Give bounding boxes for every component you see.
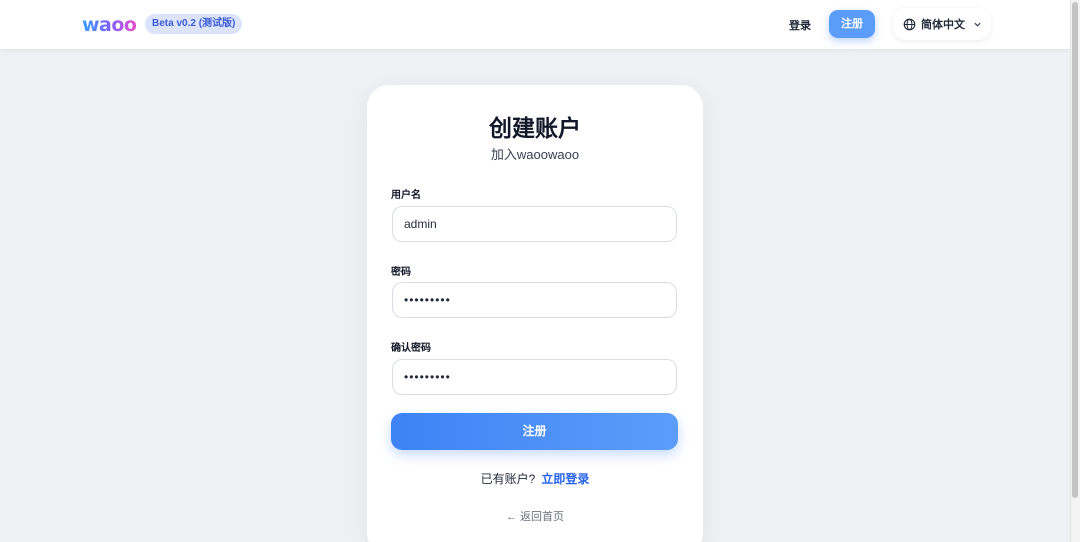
- header-login-link[interactable]: 登录: [789, 17, 811, 33]
- username-label: 用户名: [391, 190, 421, 201]
- card-subtitle: 加入waoowaoo: [490, 147, 580, 162]
- back-home-link[interactable]: ← 返回首页: [367, 508, 703, 524]
- header-register-button[interactable]: 注册: [829, 10, 875, 38]
- login-now-link[interactable]: 立即登录: [541, 472, 589, 486]
- confirm-password-label: 确认密码: [391, 343, 431, 354]
- beta-version-badge: Beta v0.2 (测试版): [145, 14, 243, 34]
- password-label: 密码: [391, 267, 411, 278]
- have-account-text: 已有账户?: [480, 472, 536, 486]
- language-selector[interactable]: 简体中文: [893, 8, 991, 40]
- register-submit-button[interactable]: 注册: [391, 413, 678, 450]
- globe-icon: [903, 18, 916, 30]
- register-card: 创建账户 加入waoowaoo 用户名 密码 确认密码 注册 已有账户? 立即登录…: [367, 85, 703, 542]
- top-navigation-bar: waoo Beta v0.2 (测试版) 登录 注册 简体中文: [0, 0, 1070, 49]
- chevron-down-icon: [974, 22, 981, 27]
- have-account-row: 已有账户? 立即登录: [367, 470, 703, 487]
- confirm-password-input[interactable]: [392, 359, 677, 395]
- password-input[interactable]: [392, 282, 677, 318]
- username-input[interactable]: [392, 206, 677, 242]
- card-title: 创建账户: [489, 115, 581, 141]
- scrollbar-thumb[interactable]: [1072, 2, 1078, 498]
- language-label: 简体中文: [921, 19, 965, 31]
- waoo-logo[interactable]: waoo: [82, 14, 137, 36]
